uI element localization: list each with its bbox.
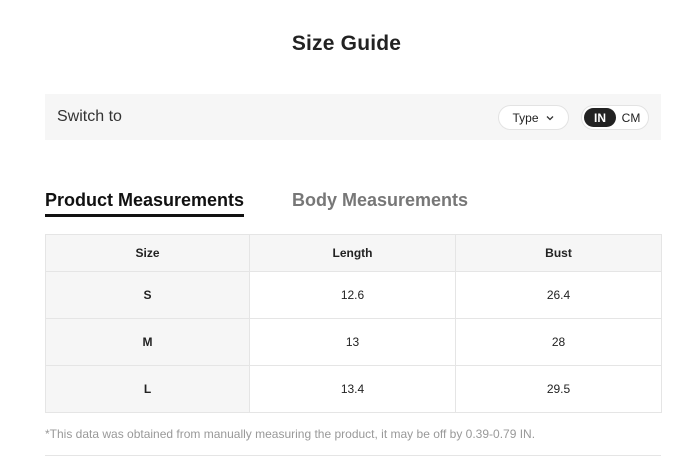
size-cell: L [45,365,250,413]
table-header-row: Size Length Bust [45,234,662,272]
chevron-down-icon [546,115,553,120]
type-dropdown-button[interactable]: Type [498,105,569,130]
tab-body-measurements[interactable]: Body Measurements [292,190,468,211]
length-cell: 13 [249,318,456,366]
size-guide-page: Size Guide Switch to Type IN CM Product … [0,0,693,464]
bust-cell: 29.5 [455,365,662,413]
size-table: Size Length Bust S 12.6 26.4 M 13 28 L 1… [45,234,662,413]
table-row: L 13.4 29.5 [45,365,662,413]
active-tab-underline [45,214,244,217]
header-size: Size [45,234,250,272]
length-cell: 12.6 [249,271,456,319]
header-length: Length [249,234,456,272]
size-cell: S [45,271,250,319]
type-button-label: Type [512,110,539,125]
tab-product-measurements[interactable]: Product Measurements [45,190,244,211]
unit-switch-bar: Switch to Type IN CM [45,94,661,140]
table-row: S 12.6 26.4 [45,271,662,319]
length-cell: 13.4 [249,365,456,413]
unit-toggle: IN CM [581,105,649,130]
switch-to-label: Switch to [57,108,122,125]
page-title: Size Guide [291,32,402,55]
table-row: M 13 28 [45,318,662,366]
unit-cm-option[interactable]: CM [616,108,646,127]
bust-cell: 28 [455,318,662,366]
size-cell: M [45,318,250,366]
header-bust: Bust [455,234,662,272]
bust-cell: 26.4 [455,271,662,319]
measurement-note: *This data was obtained from manually me… [45,427,536,441]
divider [45,455,661,456]
unit-in-option[interactable]: IN [584,108,616,127]
